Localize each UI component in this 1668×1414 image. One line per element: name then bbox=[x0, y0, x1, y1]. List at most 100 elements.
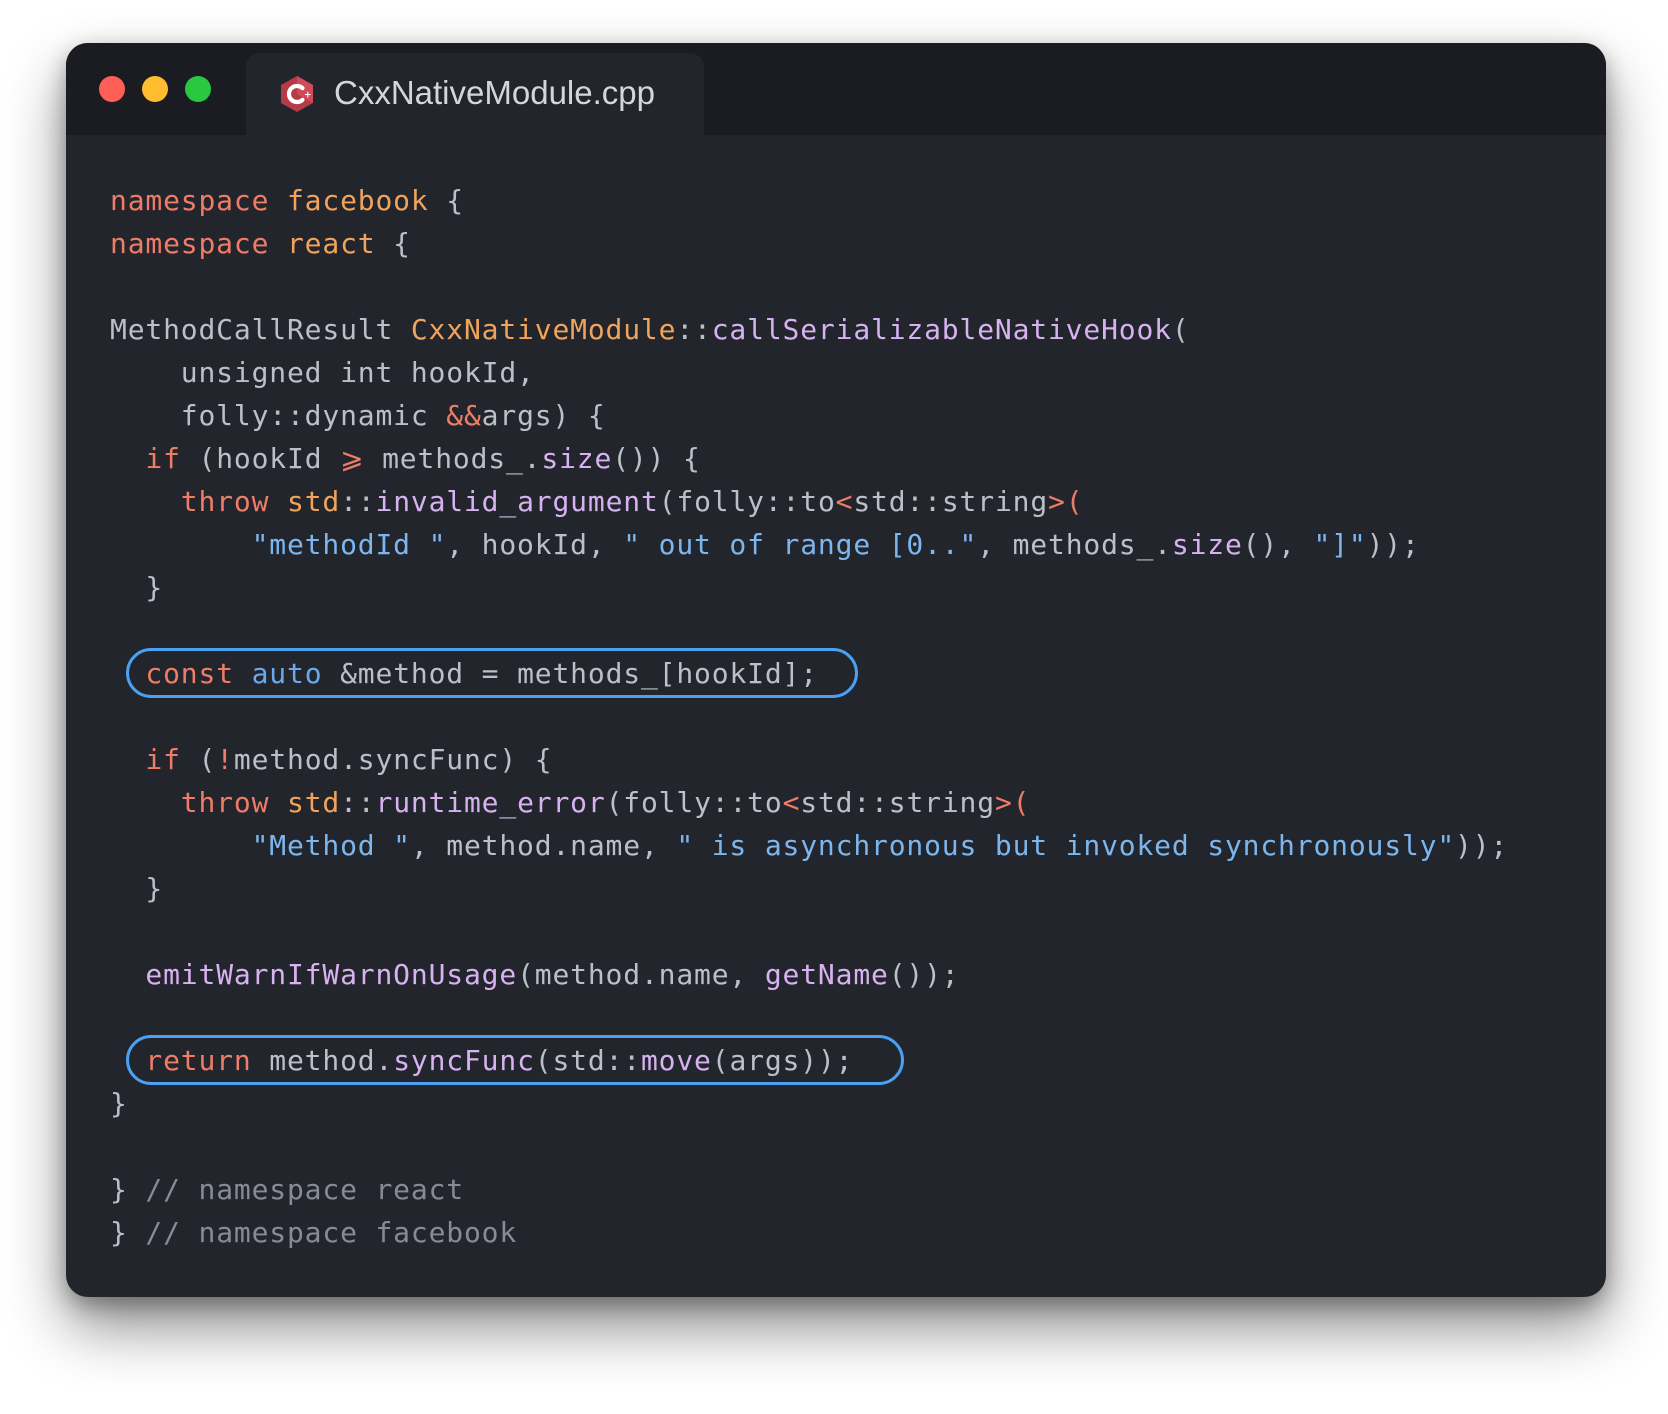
code-line: if (hookId ⩾ methods_.size()) { bbox=[110, 437, 1508, 480]
code-token: } bbox=[110, 1173, 146, 1206]
tab-title: CxxNativeModule.cpp bbox=[334, 74, 655, 111]
code-token: { bbox=[428, 184, 464, 217]
code-line: return method.syncFunc(std::move(args)); bbox=[110, 1039, 1508, 1082]
code-token: // namespace react bbox=[145, 1173, 464, 1206]
code-token: { bbox=[375, 227, 411, 260]
code-token: CxxNativeModule bbox=[410, 313, 677, 346]
code-token: if bbox=[145, 743, 181, 776]
code-token: namespace bbox=[110, 227, 287, 260]
code-token: facebook bbox=[286, 184, 429, 217]
code-token: &method = methods_[hookId]; bbox=[322, 657, 818, 690]
code-token: move bbox=[640, 1044, 712, 1077]
code-token: (args)); bbox=[711, 1044, 854, 1077]
svg-text:+: + bbox=[304, 91, 312, 101]
code-token: " is asynchronous but invoked synchronou… bbox=[676, 829, 1456, 862]
code-token: react bbox=[286, 227, 376, 260]
code-token: ( bbox=[1171, 313, 1190, 346]
code-token: MethodCallResult bbox=[110, 313, 411, 346]
code-line: "Method ", method.name, " is asynchronou… bbox=[110, 824, 1508, 867]
code-token: unsigned int hookId, bbox=[110, 356, 535, 389]
code-block: namespace facebook {namespace react { Me… bbox=[110, 179, 1508, 1254]
code-token: method. bbox=[251, 1044, 394, 1077]
code-token: && bbox=[446, 399, 482, 432]
minimize-window-button[interactable] bbox=[142, 76, 168, 102]
code-token: ( bbox=[180, 743, 217, 776]
code-line: } // namespace facebook bbox=[110, 1211, 1508, 1254]
code-token: const bbox=[145, 657, 234, 690]
code-line: } // namespace react bbox=[110, 1168, 1508, 1211]
code-line: } bbox=[110, 867, 1508, 910]
code-token: std bbox=[287, 485, 341, 518]
code-token: } bbox=[110, 1087, 128, 1120]
code-token: namespace bbox=[110, 184, 287, 217]
code-token: invalid_argument bbox=[375, 485, 659, 518]
code-line: "methodId ", hookId, " out of range [0..… bbox=[110, 523, 1508, 566]
code-token: } bbox=[110, 872, 164, 905]
code-token: , hookId, bbox=[446, 528, 624, 561]
code-token: "methodId " bbox=[251, 528, 447, 561]
code-token: (folly::to bbox=[605, 786, 783, 819]
code-line: namespace facebook { bbox=[110, 179, 1508, 222]
code-token: emitWarnIfWarnOnUsage bbox=[145, 958, 518, 991]
cpp-file-icon: + bbox=[281, 76, 313, 112]
code-token: syncFunc bbox=[393, 1044, 535, 1077]
code-token: } bbox=[110, 1216, 146, 1249]
code-line: MethodCallResult CxxNativeModule::callSe… bbox=[110, 308, 1508, 351]
code-line: emitWarnIfWarnOnUsage(method.name, getNa… bbox=[110, 953, 1508, 996]
code-token: (), bbox=[1242, 528, 1314, 561]
code-token: "Method " bbox=[251, 829, 411, 862]
code-token: "]" bbox=[1313, 528, 1367, 561]
maximize-window-button[interactable] bbox=[185, 76, 211, 102]
code-token: method.syncFunc) { bbox=[233, 743, 553, 776]
code-line: throw std::runtime_error(folly::to<std::… bbox=[110, 781, 1508, 824]
code-token: std::string bbox=[800, 786, 995, 819]
code-token: auto bbox=[251, 657, 323, 690]
code-token: ()) { bbox=[612, 442, 701, 475]
code-line: throw std::invalid_argument(folly::to<st… bbox=[110, 480, 1508, 523]
code-token: :: bbox=[676, 313, 712, 346]
code-token: :: bbox=[340, 485, 376, 518]
code-token: throw bbox=[180, 786, 270, 819]
code-token: methods_. bbox=[364, 442, 542, 475]
code-token: args) { bbox=[481, 399, 606, 432]
code-token: std::string bbox=[853, 485, 1049, 518]
code-token: , method.name, bbox=[410, 829, 677, 862]
close-window-button[interactable] bbox=[99, 76, 125, 102]
code-token: ! bbox=[216, 743, 234, 776]
code-token: ⩾ bbox=[340, 442, 365, 475]
code-line: namespace react { bbox=[110, 222, 1508, 265]
code-token: :: bbox=[340, 786, 376, 819]
code-token: folly::dynamic bbox=[110, 399, 447, 432]
code-line: } bbox=[110, 566, 1508, 609]
title-bar: + CxxNativeModule.cpp bbox=[66, 43, 1606, 135]
file-tab[interactable]: + CxxNativeModule.cpp bbox=[246, 53, 704, 135]
code-token: return bbox=[145, 1044, 252, 1077]
code-token: (folly::to bbox=[658, 485, 836, 518]
code-token: getName bbox=[764, 958, 889, 991]
code-token: , methods_. bbox=[977, 528, 1172, 561]
code-token: callSerializableNativeHook bbox=[711, 313, 1172, 346]
code-line: const auto &method = methods_[hookId]; bbox=[110, 652, 1508, 695]
code-token: >( bbox=[994, 786, 1031, 819]
code-token: } bbox=[110, 571, 164, 604]
code-token: (method.name, bbox=[517, 958, 765, 991]
code-token: < bbox=[782, 786, 801, 819]
code-token: // namespace facebook bbox=[145, 1216, 518, 1249]
code-line: folly::dynamic &&args) { bbox=[110, 394, 1508, 437]
code-token: (std:: bbox=[534, 1044, 641, 1077]
code-window: + CxxNativeModule.cpp namespace facebook… bbox=[66, 43, 1606, 1297]
code-line: if (!method.syncFunc) { bbox=[110, 738, 1508, 781]
code-token: size bbox=[541, 442, 613, 475]
code-line: unsigned int hookId, bbox=[110, 351, 1508, 394]
